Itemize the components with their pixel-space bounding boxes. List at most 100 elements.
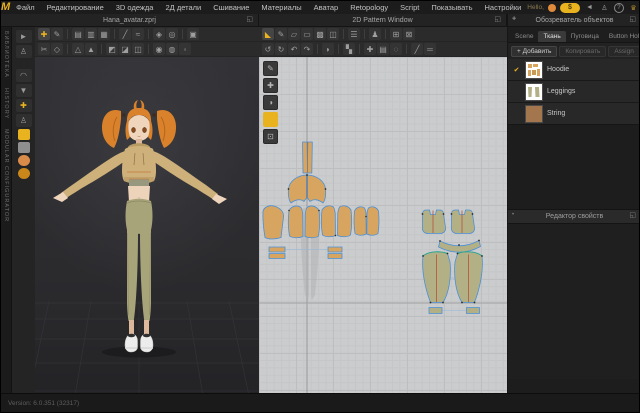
- button-tool-icon[interactable]: ◉: [153, 43, 165, 55]
- transform-pattern-tool-icon[interactable]: ◣: [262, 28, 274, 40]
- free-sewing-tool-icon[interactable]: ≈: [132, 28, 144, 40]
- sewing-list-tool-icon[interactable]: ▤: [377, 43, 389, 55]
- fabric-item-string[interactable]: String: [508, 103, 640, 124]
- popout-icon[interactable]: ◱: [629, 212, 636, 220]
- menu-file[interactable]: Файл: [10, 1, 40, 14]
- property-editor-header[interactable]: • Редактор свойств ◱: [508, 209, 640, 224]
- user-avatar-icon[interactable]: [548, 4, 556, 12]
- steam-iron-tool-icon[interactable]: ◗: [322, 43, 334, 55]
- tab-history[interactable]: HISTORY: [3, 88, 9, 119]
- garment-half-tool-icon[interactable]: ◩: [106, 43, 118, 55]
- unfold-left-tool-icon[interactable]: ↺: [262, 43, 274, 55]
- comb-tool-icon[interactable]: ☰: [348, 28, 360, 40]
- scissors-flat-tool-icon[interactable]: ✂: [38, 43, 50, 55]
- garment-pair-tool-icon[interactable]: ◪: [119, 43, 131, 55]
- pattern-move-tool-icon[interactable]: ▥: [85, 28, 97, 40]
- polygon-pattern-tool-icon[interactable]: ▱: [288, 28, 300, 40]
- fabric-swatch-tool-icon[interactable]: [263, 112, 278, 127]
- pattern-solid-tool-icon[interactable]: ▲: [85, 43, 97, 55]
- pin-garment-tool-icon[interactable]: ◈: [153, 28, 165, 40]
- grid-small-toggle-icon[interactable]: ⊞: [390, 28, 402, 40]
- rectangle-pattern-tool-icon[interactable]: ▭: [301, 28, 313, 40]
- buttonhole-tool-icon[interactable]: ◍: [166, 43, 178, 55]
- menu-materials[interactable]: Материалы: [255, 1, 307, 14]
- sewing-circle-tool-icon[interactable]: ◌: [390, 43, 402, 55]
- pattern-canvas-2d[interactable]: ✎ ✚ ◑ ⊡: [259, 57, 507, 396]
- rotate-cw-tool-icon[interactable]: ↷: [301, 43, 313, 55]
- menu-retopology[interactable]: Retopology: [344, 1, 394, 14]
- garment-library-icon[interactable]: ▼: [16, 84, 32, 97]
- mannequin-library-icon[interactable]: ♙: [16, 114, 32, 127]
- copy-fabric-button[interactable]: Копировать: [559, 46, 606, 57]
- menu-sewing[interactable]: Сшивание: [207, 1, 255, 14]
- sphere-detail-tool-icon[interactable]: ◑: [263, 95, 278, 110]
- tab-button[interactable]: Пуговица: [566, 31, 604, 42]
- graphic-tool-icon[interactable]: ◫: [327, 28, 339, 40]
- folder-garment-tool-icon[interactable]: ▣: [187, 28, 199, 40]
- help-icon[interactable]: ?: [614, 3, 624, 13]
- assign-fabric-button[interactable]: Assign: [608, 46, 640, 57]
- fabric-item-hoodie[interactable]: ✔ Hoodie: [508, 59, 640, 80]
- menu-3d-garment[interactable]: 3D одежда: [110, 1, 160, 14]
- pattern-flip-tool-icon[interactable]: ▦: [98, 28, 110, 40]
- document-tab-header[interactable]: Hana_avatar.zprj ◱: [1, 14, 258, 26]
- lock-tool-icon[interactable]: ⊡: [263, 129, 278, 144]
- tab-modular-configurator[interactable]: MODULAR CONFIGURATOR: [3, 129, 9, 222]
- needle-detail-tool-icon[interactable]: ✎: [263, 61, 278, 76]
- seam-line-tool-icon[interactable]: ╱: [411, 43, 423, 55]
- add-fabric-button[interactable]: + Добавить: [511, 46, 557, 57]
- sewing-edit-tool-icon[interactable]: ✚: [364, 43, 376, 55]
- show-avatar-silhouette-icon[interactable]: ♟: [369, 28, 381, 40]
- crown-icon[interactable]: ♛: [628, 3, 639, 12]
- menu-avatar[interactable]: Аватар: [308, 1, 345, 14]
- pattern-box-tool-icon[interactable]: ▤: [72, 28, 84, 40]
- layout-garment-tool-icon[interactable]: ▚: [343, 43, 355, 55]
- move-gizmo-tool-icon[interactable]: ✚: [38, 28, 50, 40]
- fit-garment-tool-icon[interactable]: ◎: [166, 28, 178, 40]
- scene-3d-canvas[interactable]: [35, 57, 259, 396]
- pin-small-tool-icon[interactable]: ◦: [179, 43, 191, 55]
- fabric-gray-swatch-icon[interactable]: [18, 142, 30, 153]
- pattern-outline-tool-icon[interactable]: △: [72, 43, 84, 55]
- fabric-item-leggings[interactable]: Leggings: [508, 81, 640, 102]
- unfold-right-tool-icon[interactable]: ↻: [275, 43, 287, 55]
- hat-library-icon[interactable]: ◠: [16, 69, 32, 82]
- fabric-yellow-swatch-icon[interactable]: [18, 129, 30, 140]
- button-library-icon[interactable]: [18, 168, 30, 179]
- rotate-ccw-tool-icon[interactable]: ↶: [288, 43, 300, 55]
- move-detail-tool-icon[interactable]: ✚: [263, 78, 278, 93]
- texture-edit-tool-icon[interactable]: ▩: [314, 28, 326, 40]
- scissors-sew-tool-icon[interactable]: ◇: [51, 43, 63, 55]
- cursor-icon[interactable]: ►: [16, 30, 32, 43]
- credits-button[interactable]: $: [560, 3, 580, 13]
- menu-settings[interactable]: Настройки: [479, 1, 528, 14]
- edit-pattern-tool-icon[interactable]: ✎: [275, 28, 287, 40]
- popout-icon[interactable]: ◱: [246, 16, 253, 24]
- dock-icon[interactable]: ✚: [512, 16, 516, 22]
- menu-display[interactable]: Показывать: [425, 1, 478, 14]
- popout-icon[interactable]: ◱: [629, 16, 636, 24]
- parallel-seam-tool-icon[interactable]: ═: [424, 43, 436, 55]
- garment-full-tool-icon[interactable]: ◫: [132, 43, 144, 55]
- menu-2d-patterns[interactable]: 2Д детали: [159, 1, 207, 14]
- tab-scene[interactable]: Scene: [510, 31, 538, 42]
- popout-icon[interactable]: ◱: [494, 16, 501, 24]
- tab-fabric[interactable]: Ткань: [538, 31, 565, 42]
- pins-library-icon[interactable]: ✚: [16, 99, 32, 112]
- pattern-window-header[interactable]: 2D Pattern Window ◱: [259, 14, 506, 26]
- account-icon[interactable]: ♙: [599, 3, 610, 12]
- avatar-head-icon[interactable]: [18, 155, 30, 166]
- tab-buttonhole[interactable]: Button Hole: [604, 31, 640, 42]
- object-browser-header[interactable]: ✚ Обозреватель объектов ◱: [508, 14, 640, 26]
- grid-large-toggle-icon[interactable]: ⊠: [403, 28, 415, 40]
- pen-3d-tool-icon[interactable]: ✎: [51, 28, 63, 40]
- property-editor-empty-area: [508, 224, 640, 379]
- segment-sewing-tool-icon[interactable]: ╱: [119, 28, 131, 40]
- menu-script[interactable]: Script: [394, 1, 425, 14]
- menu-edit[interactable]: Редактирование: [41, 1, 110, 14]
- check-icon[interactable]: ✔: [512, 66, 521, 74]
- speaker-icon[interactable]: ◄: [584, 3, 595, 12]
- dock-icon[interactable]: •: [512, 212, 514, 218]
- tab-library[interactable]: БИБЛИОТЕКА: [3, 31, 9, 78]
- avatar-pose-icon[interactable]: ♙: [16, 45, 32, 58]
